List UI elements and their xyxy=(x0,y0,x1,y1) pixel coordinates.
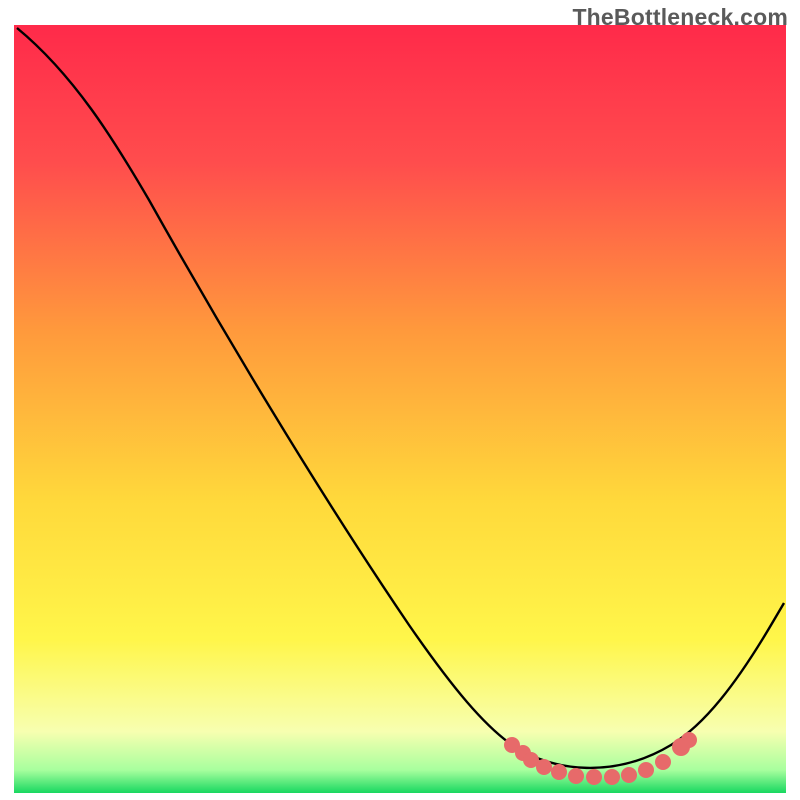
bottleneck-curve-plot xyxy=(14,25,786,793)
gradient-background xyxy=(14,25,786,793)
plot-svg xyxy=(14,25,786,793)
chart-container: TheBottleneck.com xyxy=(0,0,800,800)
